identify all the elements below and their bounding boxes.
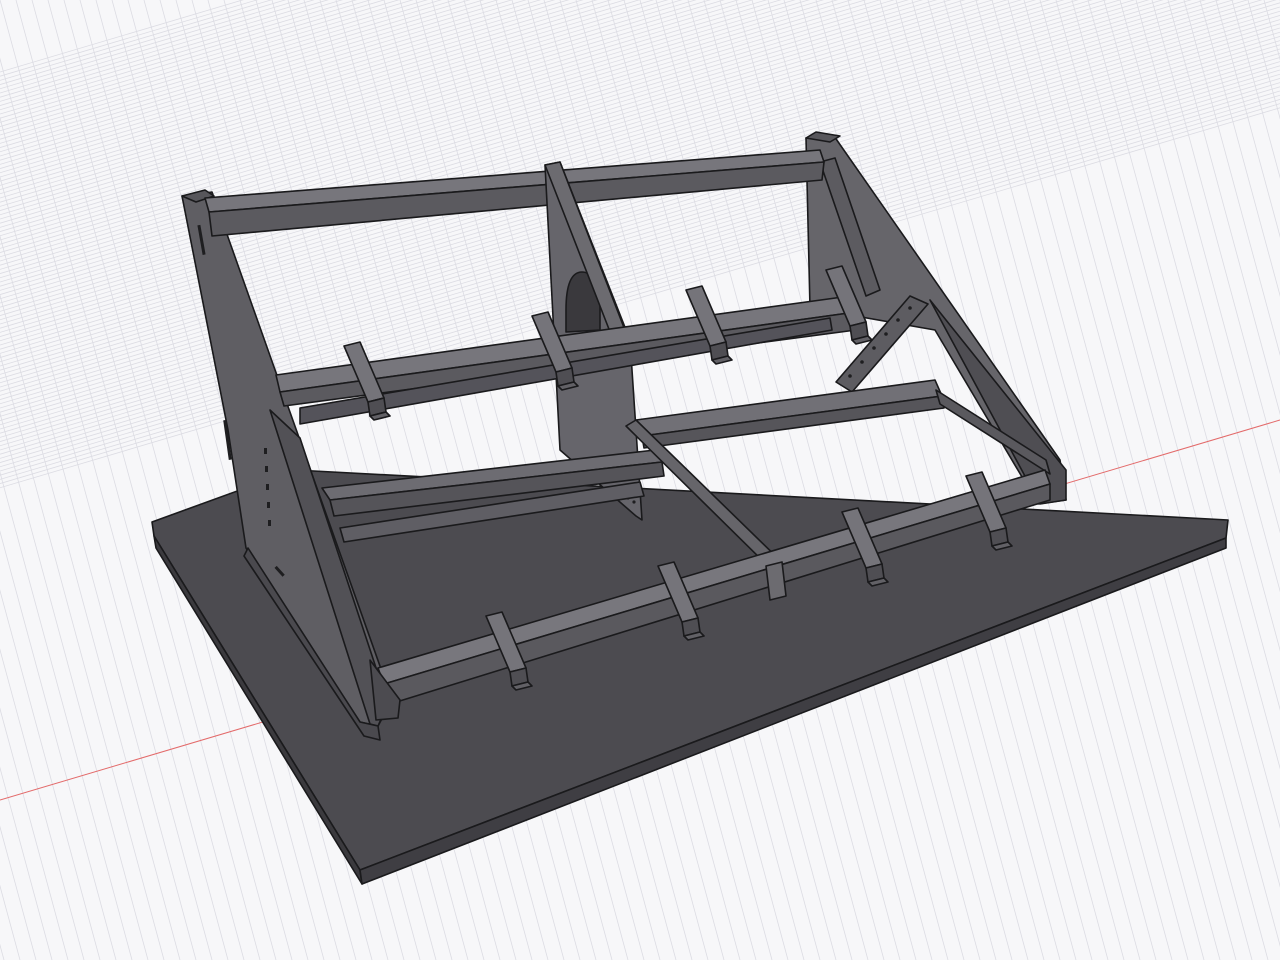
scene-canvas[interactable]: [0, 0, 1280, 960]
grid-line: [0, 73, 1280, 455]
grid-line: [0, 69, 1280, 451]
grid-line: [0, 78, 1280, 459]
grid-line: [0, 94, 1280, 476]
grid-line: [623, 0, 885, 960]
grid-line: [0, 0, 485, 144]
grid-line: [0, 884, 21, 960]
grid-line: [1167, 0, 1280, 416]
grid-line: [0, 86, 1280, 468]
grid-line: [0, 0, 261, 960]
grid-line: [0, 0, 287, 85]
grid-line: [0, 530, 117, 960]
grid-line: [0, 175, 213, 960]
grid-line: [0, 0, 570, 169]
grid-line: [0, 0, 1051, 312]
grid-line: [0, 0, 1079, 321]
grid-line: [719, 0, 981, 960]
grid-line: [0, 57, 245, 960]
grid-line: [863, 0, 1125, 960]
grid-line: [1247, 0, 1280, 120]
grid-line: [959, 0, 1221, 960]
grid-line: [0, 82, 1280, 463]
grid-line: [0, 0, 513, 153]
3d-viewport[interactable]: [0, 0, 1280, 960]
grid-line: [0, 0, 259, 77]
grid-line: [1039, 0, 1280, 888]
grid-line: [671, 0, 933, 960]
grid-line: [0, 65, 1280, 447]
grid-line: [1071, 0, 1280, 770]
grid-line: [1215, 0, 1280, 238]
front-center-post[interactable]: [765, 561, 787, 601]
grid-line: [0, 0, 386, 115]
grid-line: [1199, 0, 1280, 297]
grid-line: [735, 0, 997, 960]
grid-line: [0, 0, 542, 161]
